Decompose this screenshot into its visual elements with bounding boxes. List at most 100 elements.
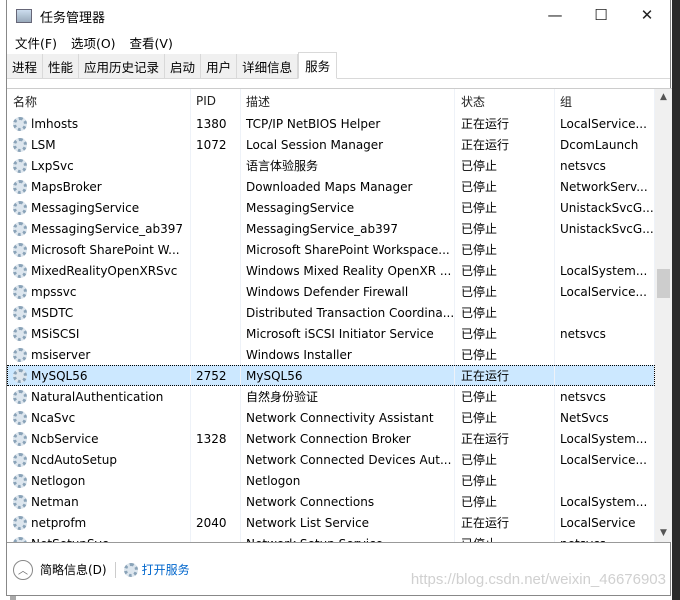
table-row[interactable]: MySQL56 2752 MySQL56 正在运行: [7, 365, 655, 386]
cell-pid: [191, 302, 241, 323]
cell-pid: [191, 323, 241, 344]
cell-group: LocalSystem...: [555, 491, 655, 512]
vertical-scrollbar[interactable]: ▲ ▼: [655, 88, 672, 542]
brief-info-button[interactable]: 简略信息(D): [40, 561, 107, 578]
minimize-button[interactable]: —: [532, 0, 578, 30]
table-row[interactable]: LSM 1072 Local Session Manager 正在运行 DcomLaun…: [7, 134, 655, 155]
table-row[interactable]: NcaSvc Network Connectivity Assistant 已停止 N…: [7, 407, 655, 428]
desktop-background: [672, 0, 680, 600]
table-row[interactable]: LxpSvc 语言体验服务 已停止 netsvcs: [7, 155, 655, 176]
service-gear-icon: [13, 347, 27, 362]
table-row[interactable]: Microsoft SharePoint W... Microsoft Share…: [7, 239, 655, 260]
cell-status: 已停止: [455, 323, 555, 344]
service-gear-icon: [13, 116, 27, 131]
tab-startup[interactable]: 启动: [165, 54, 202, 79]
cell-description: Network List Service: [241, 512, 455, 533]
cell-name: MSDTC: [7, 302, 191, 323]
column-header-group[interactable]: 组: [555, 89, 655, 113]
column-header-pid[interactable]: PID: [191, 89, 241, 113]
cell-group: [555, 302, 655, 323]
tab-details[interactable]: 详细信息: [237, 54, 299, 79]
table-row[interactable]: NetSetupSvc Network Setup Service 已停止 netsv…: [7, 533, 655, 542]
divider: [114, 561, 116, 578]
column-header-description[interactable]: 描述: [241, 89, 455, 113]
cell-pid: [191, 239, 241, 260]
close-button[interactable]: ✕: [624, 0, 670, 30]
cell-status: 已停止: [455, 155, 555, 176]
cell-text: NcbService: [31, 431, 99, 446]
cell-description: Windows Mixed Reality OpenXR ...: [241, 260, 455, 281]
cell-text: 已停止: [461, 180, 498, 194]
column-header-status[interactable]: 状态: [455, 89, 555, 113]
table-row[interactable]: Netman Network Connections 已停止 LocalSystem.…: [7, 491, 655, 512]
cell-text: 已停止: [461, 285, 498, 299]
service-gear-icon: [13, 221, 27, 236]
cell-group: [555, 344, 655, 365]
cell-text: LocalSystem...: [560, 494, 648, 509]
service-gear-icon: [13, 494, 27, 509]
tab-services[interactable]: 服务: [298, 52, 338, 79]
chevron-up-icon[interactable]: ︿: [13, 559, 33, 580]
service-gear-icon: [13, 452, 27, 467]
scroll-down-icon[interactable]: ▼: [655, 525, 672, 542]
table-row[interactable]: MessagingService_ab397 MessagingService_a…: [7, 218, 655, 239]
table-row[interactable]: NcbService 1328 Network Connection Broker 正…: [7, 428, 655, 449]
cell-text: netprofm: [31, 515, 87, 530]
service-gear-icon: [13, 389, 27, 404]
table-row[interactable]: MapsBroker Downloaded Maps Manager 已停止 Netw…: [7, 176, 655, 197]
open-services-link[interactable]: 打开服务: [123, 561, 190, 578]
cell-group: netsvcs: [555, 323, 655, 344]
cell-text: netsvcs: [560, 326, 606, 341]
cell-name: MySQL56: [7, 365, 191, 386]
menu-options[interactable]: 选项(O): [71, 33, 116, 52]
table-row[interactable]: MixedRealityOpenXRSvc Windows Mixed Reali…: [7, 260, 655, 281]
tab-bar: 进程 性能 应用历史记录 启动 用户 详细信息 服务: [7, 52, 670, 79]
cell-pid: [191, 218, 241, 239]
cell-text: Netlogon: [31, 473, 86, 488]
cell-text: 已停止: [461, 264, 498, 278]
scroll-up-icon[interactable]: ▲: [655, 89, 672, 106]
table-row[interactable]: MSiSCSI Microsoft iSCSI Initiator Service…: [7, 323, 655, 344]
cell-text: 2040: [196, 515, 227, 530]
cell-text: LocalService...: [560, 284, 647, 299]
cell-name: NaturalAuthentication: [7, 386, 191, 407]
table-row[interactable]: NaturalAuthentication 自然身份验证 已停止 netsvcs: [7, 386, 655, 407]
table-row[interactable]: mpssvc Windows Defender Firewall 已停止 LocalS…: [7, 281, 655, 302]
tab-performance[interactable]: 性能: [43, 54, 80, 79]
service-gear-icon: [13, 284, 27, 299]
cell-pid: 1328: [191, 428, 241, 449]
tab-processes[interactable]: 进程: [7, 54, 44, 79]
cell-pid: [191, 449, 241, 470]
tab-app-history[interactable]: 应用历史记录: [79, 54, 166, 79]
cell-pid: [191, 260, 241, 281]
cell-status: 已停止: [455, 449, 555, 470]
scrollbar-thumb[interactable]: [657, 269, 670, 298]
cell-pid: [191, 344, 241, 365]
cell-description: MessagingService_ab397: [241, 218, 455, 239]
table-row[interactable]: lmhosts 1380 TCP/IP NetBIOS Helper 正在运行 Loca…: [7, 113, 655, 134]
service-gear-icon: [13, 368, 27, 383]
cell-text: mpssvc: [31, 284, 77, 299]
table-row[interactable]: netprofm 2040 Network List Service 正在运行 Loca…: [7, 512, 655, 533]
menu-file[interactable]: 文件(F): [15, 33, 57, 52]
cell-name: MSiSCSI: [7, 323, 191, 344]
cell-name: msiserver: [7, 344, 191, 365]
cell-name: NcdAutoSetup: [7, 449, 191, 470]
title-bar: 任务管理器 — ☐ ✕: [7, 0, 670, 32]
cell-description: MySQL56: [241, 365, 455, 386]
cell-name: MessagingService: [7, 197, 191, 218]
menu-view[interactable]: 查看(V): [130, 33, 173, 52]
tab-users[interactable]: 用户: [201, 54, 238, 79]
table-row[interactable]: MessagingService MessagingService 已停止 Unist…: [7, 197, 655, 218]
cell-text: Local Session Manager: [246, 137, 384, 152]
table-row[interactable]: MSDTC Distributed Transaction Coordina...…: [7, 302, 655, 323]
service-gear-icon: [13, 305, 27, 320]
cell-pid: 1072: [191, 134, 241, 155]
maximize-button[interactable]: ☐: [578, 0, 624, 30]
cell-pid: [191, 281, 241, 302]
cell-text: MSiSCSI: [31, 326, 80, 341]
table-row[interactable]: NcdAutoSetup Network Connected Devices Au…: [7, 449, 655, 470]
cell-status: 正在运行: [455, 365, 555, 386]
table-row[interactable]: msiserver Windows Installer 已停止: [7, 344, 655, 365]
table-row[interactable]: Netlogon Netlogon 已停止: [7, 470, 655, 491]
